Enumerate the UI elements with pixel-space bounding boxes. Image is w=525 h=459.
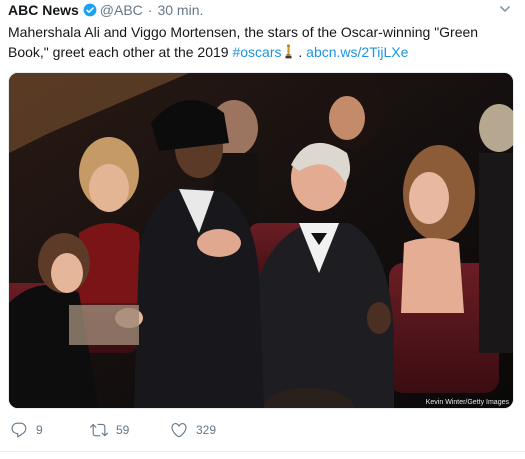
tweet-header: ABC News @ABC · 30 min. xyxy=(8,1,203,19)
verified-badge-icon xyxy=(83,3,97,17)
reply-button[interactable]: 9 xyxy=(10,421,90,439)
heart-icon xyxy=(171,423,187,438)
author-handle[interactable]: @ABC xyxy=(100,2,143,18)
tweet-photo[interactable]: Kevin Winter/Getty Images xyxy=(8,72,514,409)
retweet-button[interactable]: 59 xyxy=(90,421,170,439)
like-button[interactable]: 329 xyxy=(170,421,260,439)
tweet-timestamp[interactable]: 30 min. xyxy=(157,2,203,18)
chevron-down-icon[interactable] xyxy=(499,3,511,15)
reply-count: 9 xyxy=(36,423,43,437)
author-name[interactable]: ABC News xyxy=(8,2,79,18)
tweet-text: Mahershala Ali and Viggo Mortensen, the … xyxy=(8,22,508,62)
tweet-text-period: . xyxy=(294,44,307,60)
retweet-count: 59 xyxy=(116,423,130,437)
header-separator: · xyxy=(147,2,153,18)
like-count: 329 xyxy=(196,423,217,437)
tweet-url-link[interactable]: abcn.ws/2TijLXe xyxy=(306,44,408,60)
reply-icon xyxy=(11,422,27,438)
tweet-actions: 9 59 329 xyxy=(10,421,260,439)
oscar-trophy-icon xyxy=(285,44,291,59)
oscars-photo-image xyxy=(9,73,513,408)
tweet-card[interactable]: ABC News @ABC · 30 min. Mahershala Ali a… xyxy=(0,0,525,459)
retweet-icon xyxy=(90,423,108,437)
hashtag-link[interactable]: #oscars xyxy=(232,44,281,60)
photo-credit: Kevin Winter/Getty Images xyxy=(425,399,509,406)
divider xyxy=(0,451,525,452)
